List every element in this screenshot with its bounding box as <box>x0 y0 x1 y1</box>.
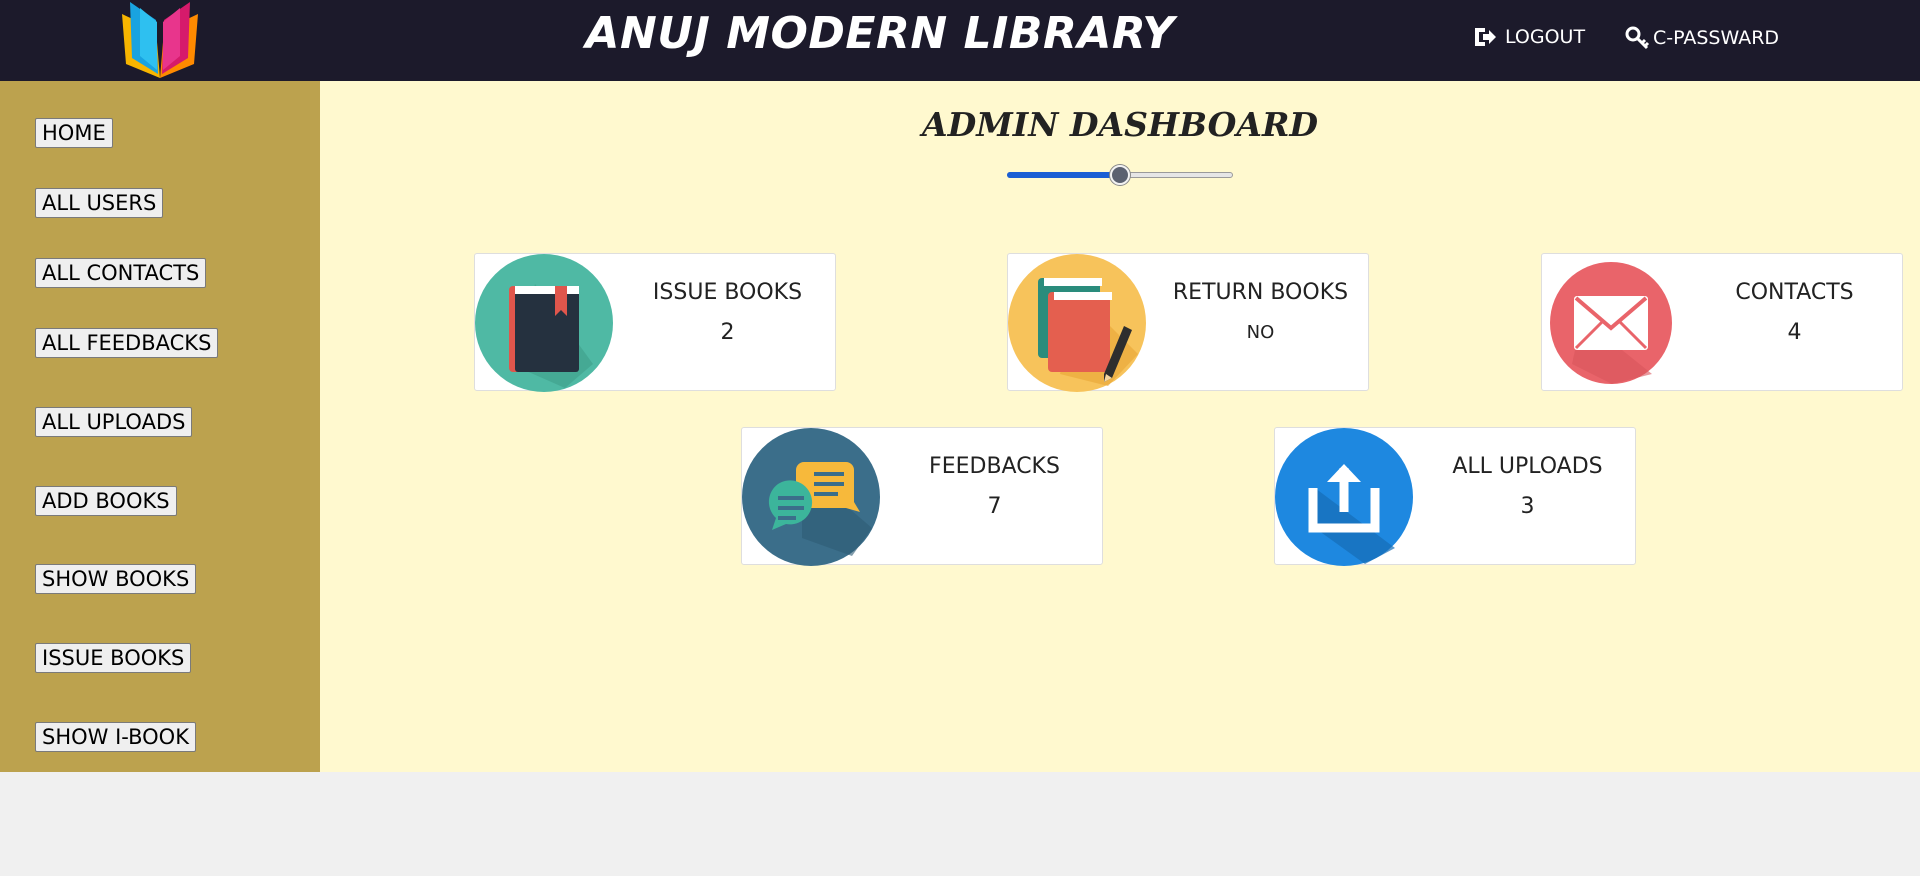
change-password-label: C-PASSWARD <box>1653 27 1780 49</box>
slider-thumb[interactable] <box>1110 165 1130 185</box>
card-label: RETURN BOOKS <box>1172 280 1349 305</box>
top-header: ANUJ MODERN LIBRARY LOGOUT C-PASSWARD <box>0 0 1920 81</box>
sidebar-item-add-books[interactable]: ADD BOOKS <box>35 486 177 516</box>
sidebar-item-show-i-book[interactable]: SHOW I-BOOK <box>35 722 196 752</box>
books-pencil-icon <box>1008 254 1146 392</box>
zoom-slider[interactable] <box>1007 165 1233 185</box>
card-contacts[interactable]: CONTACTS 4 <box>1541 253 1903 391</box>
logout-label: LOGOUT <box>1505 26 1586 48</box>
card-count: 7 <box>987 494 1002 519</box>
sidebar-item-all-users[interactable]: ALL USERS <box>35 188 164 218</box>
card-label: CONTACTS <box>1735 280 1854 305</box>
card-count: 4 <box>1787 320 1802 345</box>
sidebar-item-all-feedbacks[interactable]: ALL FEEDBACKS <box>35 328 219 358</box>
sidebar-item-all-uploads[interactable]: ALL UPLOADS <box>35 407 193 437</box>
page-footer-blank <box>0 772 1920 876</box>
change-password-link[interactable]: C-PASSWARD <box>1625 26 1779 50</box>
upload-icon <box>1275 428 1413 566</box>
card-count: NO <box>1246 322 1275 343</box>
card-feedbacks[interactable]: FEEDBACKS 7 <box>741 427 1103 566</box>
card-count: 3 <box>1520 494 1535 519</box>
card-label: ALL UPLOADS <box>1452 454 1603 479</box>
card-count: 2 <box>720 320 735 345</box>
card-label: ISSUE BOOKS <box>652 280 803 305</box>
page-title: ADMIN DASHBOARD <box>922 105 1318 144</box>
sidebar-item-home[interactable]: HOME <box>35 118 113 148</box>
sidebar-item-all-contacts[interactable]: ALL CONTACTS <box>35 258 207 288</box>
book-icon <box>475 254 613 392</box>
slider-fill <box>1007 172 1120 178</box>
main-content: ADMIN DASHBOARD ISSUE BOOKS 2 RETURN BOO… <box>320 81 1920 772</box>
card-issue-books[interactable]: ISSUE BOOKS 2 <box>474 253 836 392</box>
card-all-uploads[interactable]: ALL UPLOADS 3 <box>1274 427 1636 566</box>
envelope-icon <box>1550 262 1672 384</box>
card-label: FEEDBACKS <box>929 454 1060 479</box>
key-icon <box>1625 26 1650 50</box>
sidebar-item-issue-books[interactable]: ISSUE BOOKS <box>35 643 192 673</box>
logout-link[interactable]: LOGOUT <box>1473 26 1585 48</box>
logout-icon <box>1475 28 1496 46</box>
sidebar-item-show-books[interactable]: SHOW BOOKS <box>35 564 197 594</box>
sidebar: HOME ALL USERS ALL CONTACTS ALL FEEDBACK… <box>0 81 320 772</box>
chat-bubbles-icon <box>742 428 880 566</box>
card-return-books[interactable]: RETURN BOOKS NO <box>1007 253 1369 392</box>
